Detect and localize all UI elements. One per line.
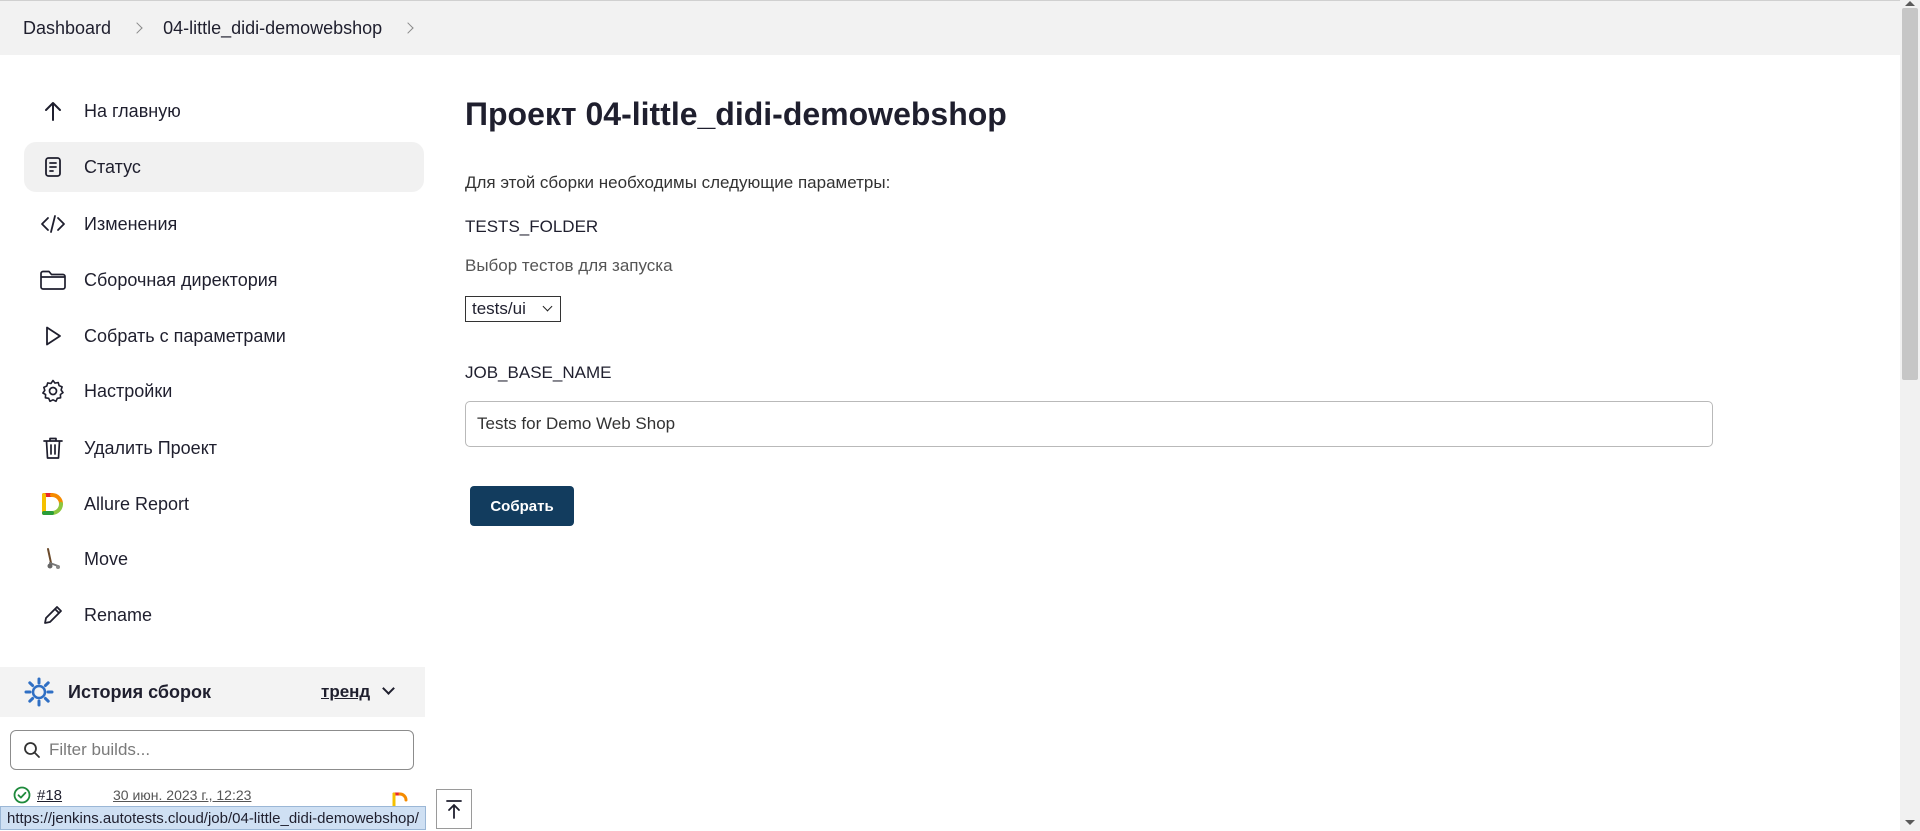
filter-builds-field[interactable] <box>10 730 414 770</box>
param-name-job-base-name: JOB_BASE_NAME <box>465 363 612 382</box>
sidebar-item-label: Настройки <box>84 380 173 401</box>
sidebar-item-label: Сборочная директория <box>84 269 278 290</box>
build-history-icon <box>24 677 54 707</box>
scroll-down-arrow-icon[interactable] <box>1905 820 1915 825</box>
trash-icon <box>38 433 68 463</box>
sidebar-item-rename[interactable]: Rename <box>24 590 424 640</box>
params-intro: Для этой сборки необходимы следующие пар… <box>465 173 891 192</box>
sidebar-item-delete-project[interactable]: Удалить Проект <box>24 423 424 473</box>
sidebar-item-label: Удалить Проект <box>84 437 218 458</box>
breadcrumb-dashboard[interactable]: Dashboard <box>23 18 111 39</box>
sidebar-item-label: Изменения <box>84 213 178 234</box>
filter-builds-input[interactable] <box>49 740 389 760</box>
param-description-tests-folder: Выбор тестов для запуска <box>465 256 673 275</box>
tests-folder-selected-value: tests/ui <box>472 299 526 318</box>
sidebar-item-allure-report[interactable]: Allure Report <box>24 479 424 529</box>
code-icon <box>38 209 68 239</box>
allure-icon <box>38 489 68 519</box>
document-icon <box>38 152 68 182</box>
chevron-right-icon <box>131 22 143 34</box>
search-icon <box>23 741 41 759</box>
arrow-up-icon <box>38 96 68 126</box>
build-number-link[interactable]: #18 <box>37 787 62 804</box>
play-icon <box>38 321 68 351</box>
param-name-tests-folder: TESTS_FOLDER <box>465 217 599 236</box>
status-bar-url: https://jenkins.autotests.cloud/job/04-l… <box>0 806 426 830</box>
arrow-up-to-line-icon <box>444 798 464 820</box>
trend-link[interactable]: тренд <box>321 682 370 702</box>
scroll-up-arrow-icon[interactable] <box>1905 1 1915 6</box>
sidebar-item-label: Статус <box>84 156 141 177</box>
build-date-link[interactable]: 30 июн. 2023 г., 12:23 <box>113 787 251 803</box>
sidebar-item-label: Rename <box>84 604 153 625</box>
chevron-right-icon[interactable] <box>402 22 414 34</box>
scroll-to-top-button[interactable] <box>436 789 472 829</box>
sidebar-item-move[interactable]: Move <box>24 534 424 584</box>
chevron-down-icon <box>542 301 553 312</box>
gear-icon <box>38 376 68 406</box>
sidebar-item-label: Move <box>84 548 129 569</box>
build-button[interactable]: Собрать <box>470 486 574 526</box>
allure-icon[interactable] <box>392 792 410 806</box>
sidebar-item-changes[interactable]: Изменения <box>24 199 424 249</box>
folder-icon <box>38 265 68 295</box>
sidebar-item-label: На главную <box>84 100 181 121</box>
page: Dashboard 04-little_didi-demowebshop На … <box>0 0 1920 831</box>
success-check-icon <box>13 786 31 804</box>
sidebar-item-home[interactable]: На главную <box>24 86 424 136</box>
sidebar-item-label: Собрать с параметрами <box>84 325 286 346</box>
sidebar-item-status[interactable]: Статус <box>24 142 424 192</box>
page-title: Проект 04-little_didi-demowebshop <box>465 96 1007 132</box>
scrollbar-thumb[interactable] <box>1902 8 1918 380</box>
sidebar-item-label: Allure Report <box>84 493 190 514</box>
breadcrumb-project[interactable]: 04-little_didi-demowebshop <box>163 18 382 39</box>
sidebar-item-settings[interactable]: Настройки <box>24 366 424 416</box>
sidebar-item-build-with-params[interactable]: Собрать с параметрами <box>24 311 424 361</box>
breadcrumb: Dashboard 04-little_didi-demowebshop <box>0 1 1900 55</box>
job-base-name-input[interactable] <box>465 401 1713 447</box>
sidebar-item-workspace[interactable]: Сборочная директория <box>24 255 424 305</box>
pencil-icon <box>38 600 68 630</box>
build-history-header: История сборок тренд <box>0 667 425 717</box>
tests-folder-select[interactable]: tests/ui <box>465 296 561 322</box>
build-row[interactable]: #18 30 июн. 2023 г., 12:23 <box>0 784 425 806</box>
move-icon <box>38 544 68 574</box>
build-history-title: История сборок <box>68 681 211 702</box>
chevron-down-icon[interactable] <box>382 682 395 695</box>
